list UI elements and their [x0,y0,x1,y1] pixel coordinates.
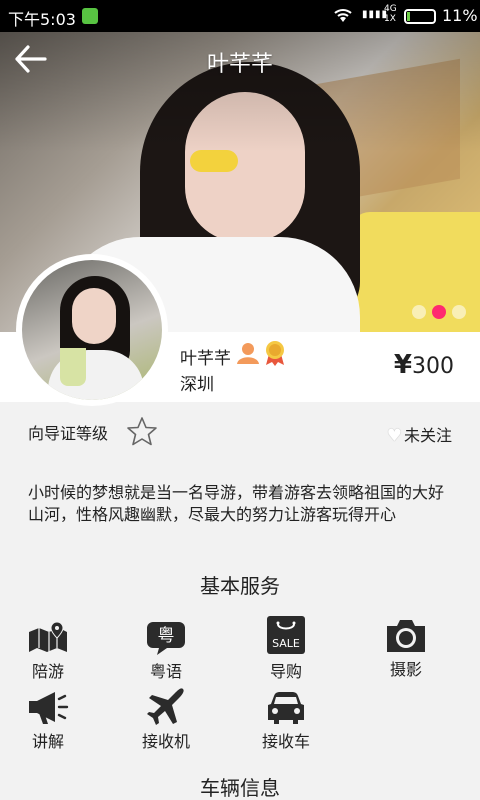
service-label: 摄影 [389,660,422,679]
service-label: 讲解 [31,732,64,751]
certified-badge-icon [266,341,284,366]
star-icon [127,417,157,446]
wifi-icon [332,6,354,28]
service-photography[interactable]: 摄影 [366,616,446,680]
sale-icon-text: SALE [272,637,300,650]
carousel-dot[interactable] [452,305,466,319]
map-icon [29,621,67,652]
cantonese-speech-icon: 粤 [147,622,185,655]
service-label: 接收机 [141,732,190,751]
service-narration[interactable]: 讲解 [8,690,88,752]
carousel-dot[interactable] [412,305,426,319]
carousel-indicator [412,305,466,319]
guide-level-label: 向导证等级 [28,424,109,443]
follow-label: 未关注 [403,426,452,445]
megaphone-icon [29,692,69,724]
camera-icon [387,620,425,652]
user-icon [237,343,259,364]
top-bar: 叶芊芊 [0,32,480,88]
service-car-pickup[interactable]: 接收车 [246,690,326,752]
service-airport-pickup[interactable]: 接收机 [126,686,206,752]
guide-city: 深圳 [180,375,214,395]
services-heading: 基本服务 [200,574,280,598]
currency-symbol: ¥ [393,350,412,380]
cantonese-icon-text: 粤 [158,626,175,646]
app-notification-icon [82,8,98,24]
service-shopping[interactable]: SALE 导购 [246,614,326,682]
guide-name: 叶芊芊 [180,349,231,369]
shopping-bag-icon: SALE [267,616,305,654]
service-label: 陪游 [31,662,64,681]
price: ¥300 [394,350,454,380]
service-companion[interactable]: 陪游 [8,620,88,682]
vehicle-heading: 车辆信息 [200,776,280,800]
network-type-top: 4G [384,4,397,14]
battery-percent: 11% [442,6,478,25]
service-label: 粤语 [149,662,182,681]
guide-bio: 小时候的梦想就是当一名导游，带着游客去领略祖国的大好山河，性格风趣幽默，尽最大的… [28,483,445,524]
heart-icon: ♥ [386,426,402,446]
price-value: 300 [412,354,454,379]
page-title: 叶芊芊 [206,52,273,77]
status-bar: 下午5:03 ▮▮▮▮ 4G 1X 11% [0,0,480,32]
battery-icon [404,9,436,24]
car-icon [268,692,304,724]
network-type: 4G 1X [384,4,397,24]
service-label: 导购 [269,662,302,681]
service-cantonese[interactable]: 粤 粤语 [126,620,206,682]
service-label: 接收车 [261,732,310,751]
status-time: 下午5:03 [8,10,76,29]
carousel-dot[interactable] [432,305,446,319]
avatar[interactable] [16,254,168,406]
airplane-icon [147,688,184,725]
follow-button[interactable]: ♥ 未关注 [387,422,452,446]
network-type-bottom: 1X [384,14,396,24]
